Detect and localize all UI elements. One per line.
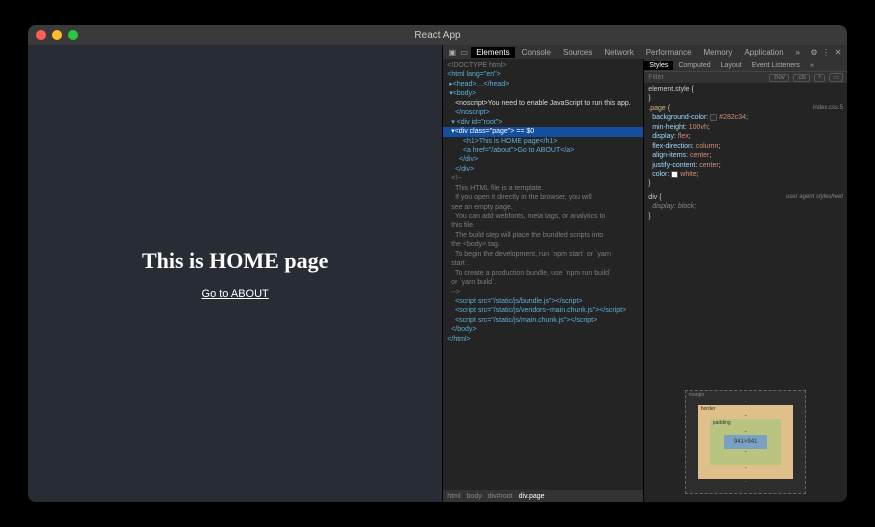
rule-selector: .page { <box>648 104 670 113</box>
styles-tab-events[interactable]: Event Listeners <box>747 61 805 70</box>
devtools-body: <!DOCTYPE html> <html lang="en"> ▸<head>… <box>443 59 847 502</box>
styles-filter-row: :hov .cls + ▭ <box>644 71 847 83</box>
bm-margin[interactable]: margin - border - padding - 941×941 - <box>685 390 807 494</box>
styles-tab-styles[interactable]: Styles <box>644 61 673 70</box>
page-viewport: This is HOME page Go to ABOUT <box>28 45 442 502</box>
box-model: margin - border - padding - 941×941 - <box>644 382 847 502</box>
traffic-lights <box>36 30 78 40</box>
tab-performance[interactable]: Performance <box>641 47 697 58</box>
elements-panel: <!DOCTYPE html> <html lang="en"> ▸<head>… <box>443 59 643 502</box>
maximize-icon[interactable] <box>68 30 78 40</box>
cls-toggle[interactable]: .cls <box>793 74 810 82</box>
kebab-icon[interactable]: ⋮ <box>821 48 831 57</box>
color-swatch-icon[interactable] <box>671 171 678 178</box>
element-style-close: } <box>648 94 843 103</box>
content-area: This is HOME page Go to ABOUT ▣ ▭ Elemen… <box>28 45 847 502</box>
ua-source: user agent stylesheet <box>786 193 843 202</box>
new-rule-button[interactable]: + <box>814 74 826 82</box>
devtools-tabs: ▣ ▭ Elements Console Sources Network Per… <box>443 45 847 59</box>
crumb-html[interactable]: html <box>447 493 460 500</box>
about-link[interactable]: Go to ABOUT <box>202 288 269 300</box>
crumb-root[interactable]: div#root <box>488 493 513 500</box>
crumb-page[interactable]: div.page <box>519 493 545 500</box>
breadcrumb[interactable]: html body div#root div.page <box>443 490 643 502</box>
rule-source[interactable]: index.css:5 <box>813 104 843 113</box>
inspect-icon[interactable]: ▣ <box>447 48 457 57</box>
device-icon[interactable]: ▭ <box>459 48 469 57</box>
close-devtools-icon[interactable]: ✕ <box>833 48 843 57</box>
tab-sources[interactable]: Sources <box>558 47 597 58</box>
styles-tabs: Styles Computed Layout Event Listeners » <box>644 59 847 71</box>
more-icon[interactable]: ▭ <box>829 73 843 82</box>
tab-elements[interactable]: Elements <box>471 47 514 58</box>
tab-memory[interactable]: Memory <box>699 47 738 58</box>
tab-network[interactable]: Network <box>599 47 638 58</box>
titlebar: React App <box>28 25 847 45</box>
styles-panel: Styles Computed Layout Event Listeners »… <box>643 59 847 502</box>
app-window: React App This is HOME page Go to ABOUT … <box>28 25 847 502</box>
styles-filter-input[interactable] <box>648 74 708 81</box>
ua-selector: div { <box>648 193 661 202</box>
tabs-overflow[interactable]: » <box>791 47 805 58</box>
tab-console[interactable]: Console <box>517 47 556 58</box>
gear-icon[interactable]: ⚙ <box>809 48 819 57</box>
selected-node[interactable]: ▾<div class="page"> == $0 <box>443 127 643 136</box>
devtools: ▣ ▭ Elements Console Sources Network Per… <box>442 45 847 502</box>
window-title: React App <box>414 30 460 41</box>
color-swatch-icon[interactable] <box>710 114 717 121</box>
tab-application[interactable]: Application <box>739 47 788 58</box>
styles-tab-computed[interactable]: Computed <box>673 61 715 70</box>
dom-tree[interactable]: <!DOCTYPE html> <html lang="en"> ▸<head>… <box>443 59 643 490</box>
minimize-icon[interactable] <box>52 30 62 40</box>
css-rules[interactable]: element.style { } .page { index.css:5 ba… <box>644 83 847 382</box>
styles-tab-layout[interactable]: Layout <box>716 61 747 70</box>
page-heading: This is HOME page <box>142 248 328 274</box>
crumb-body[interactable]: body <box>467 493 482 500</box>
styles-tab-overflow[interactable]: » <box>805 61 819 70</box>
bm-padding[interactable]: padding - 941×941 - <box>710 419 782 465</box>
bm-border[interactable]: border - padding - 941×941 - - <box>698 405 794 479</box>
close-icon[interactable] <box>36 30 46 40</box>
bm-content[interactable]: 941×941 <box>724 435 768 449</box>
hov-toggle[interactable]: :hov <box>769 74 788 82</box>
element-style-open: element.style { <box>648 85 843 94</box>
